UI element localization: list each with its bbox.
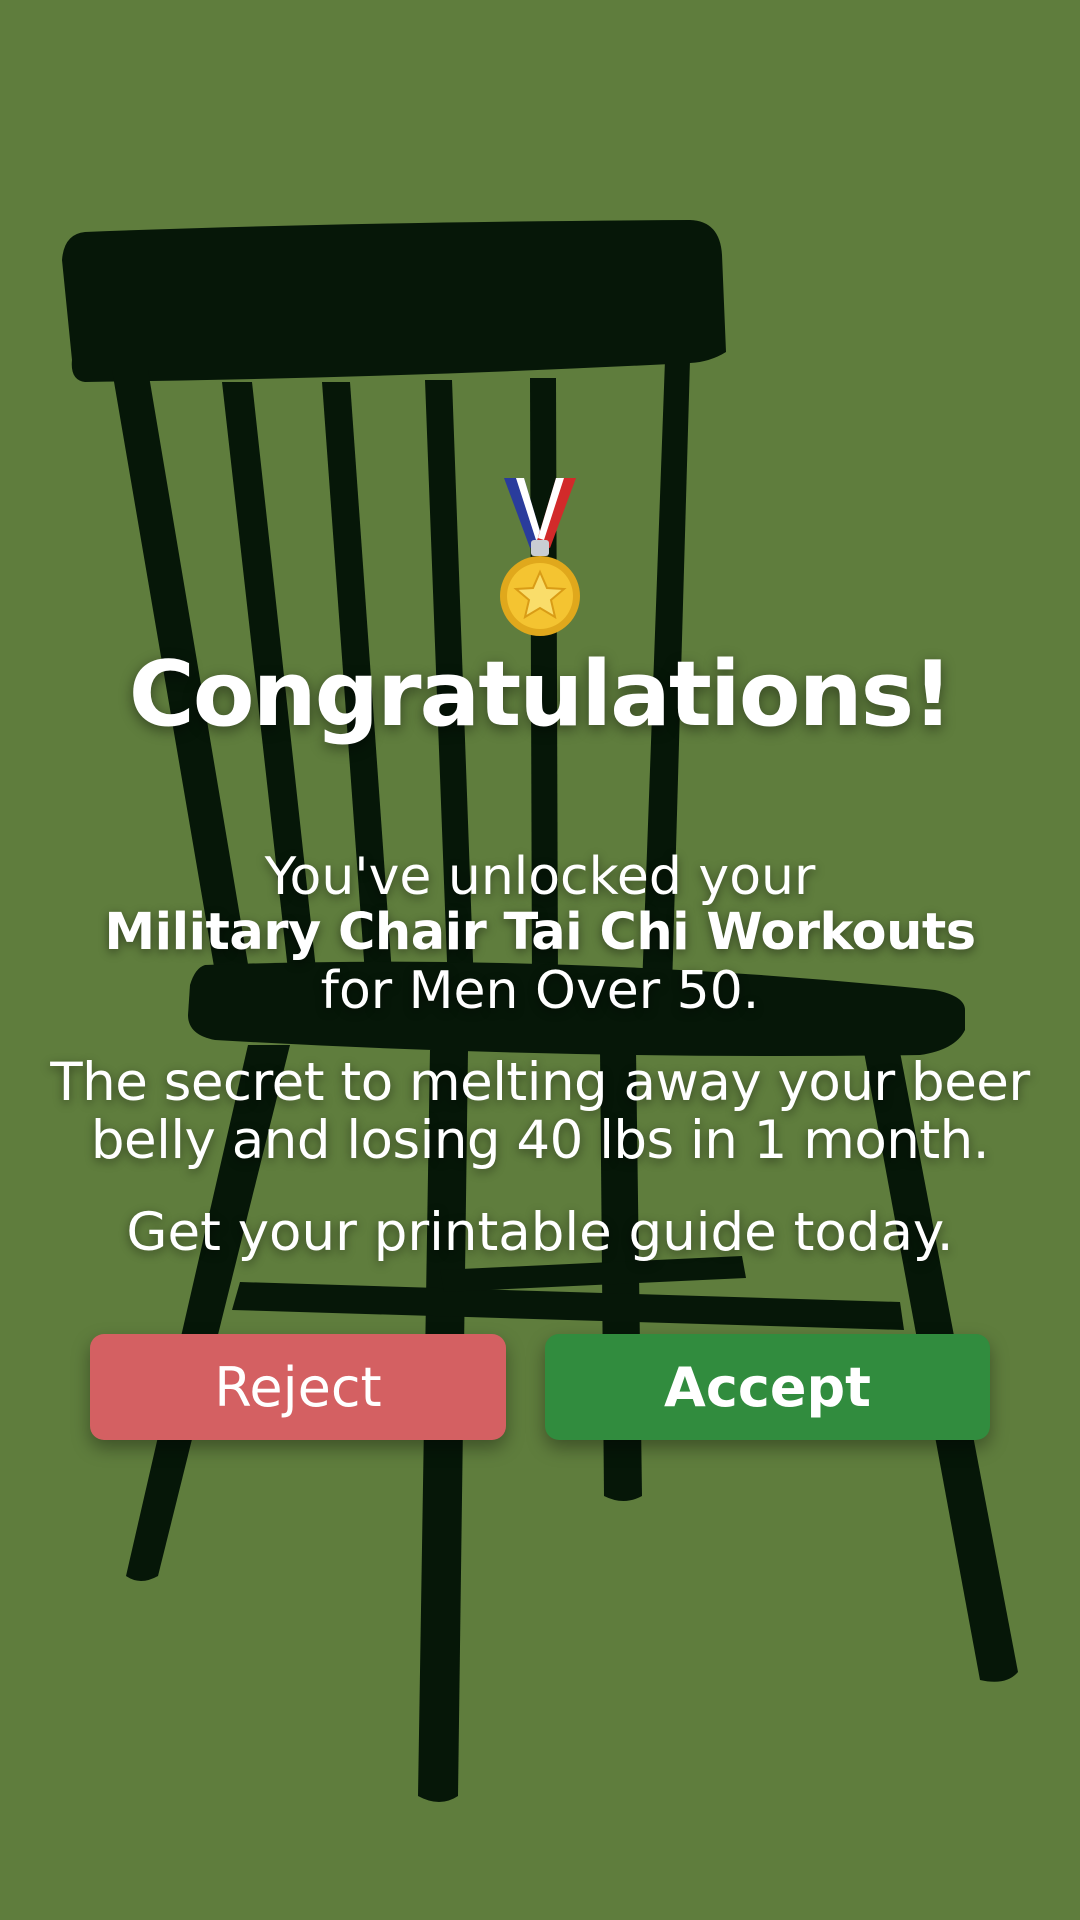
product-name: Military Chair Tai Chi Workouts <box>104 903 976 962</box>
guide-cta-text: Get your printable guide today. <box>126 1202 954 1263</box>
reject-button-label: Reject <box>214 1355 382 1419</box>
unlock-message-line-3: for Men Over 50. <box>320 961 760 1021</box>
page-title: Congratulations! <box>128 642 954 747</box>
sports-medal-icon <box>500 478 580 636</box>
accept-button[interactable]: Accept <box>545 1334 990 1440</box>
secret-message-line-1: The secret to melting away your beer <box>50 1052 1030 1113</box>
congratulations-screen: Congratulations! You've unlocked your Mi… <box>0 0 1080 1920</box>
reject-button[interactable]: Reject <box>90 1334 506 1440</box>
secret-message-line-2: belly and losing 40 lbs in 1 month. <box>90 1110 990 1171</box>
accept-button-label: Accept <box>664 1355 871 1419</box>
unlock-message-line-1: You've unlocked your <box>264 847 816 907</box>
